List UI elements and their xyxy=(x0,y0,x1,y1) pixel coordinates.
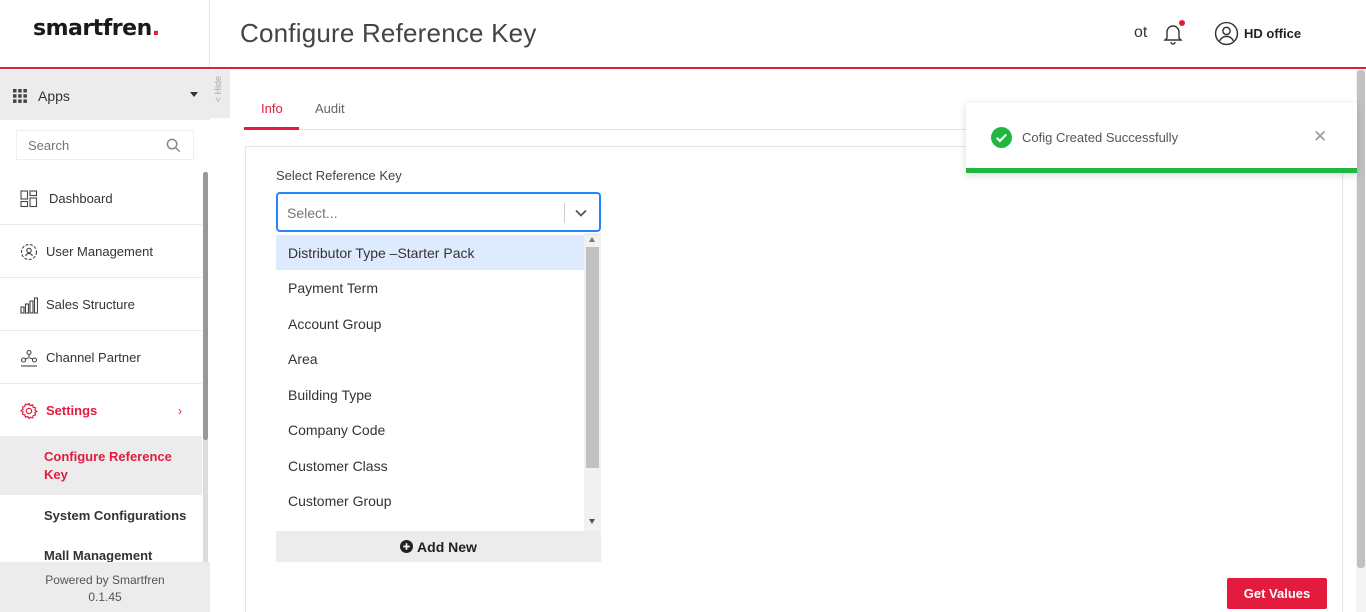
dropdown-option[interactable]: Distributor Type –Starter Pack xyxy=(276,235,584,270)
language-selector[interactable]: ot xyxy=(1134,24,1147,42)
reference-key-input[interactable] xyxy=(287,203,557,223)
page-title: Configure Reference Key xyxy=(240,18,537,48)
logo-area: smartfren. xyxy=(0,0,210,67)
user-menu[interactable]: HD office xyxy=(1214,21,1301,46)
hide-label: < Hide xyxy=(213,76,223,103)
page-scrollbar[interactable] xyxy=(1357,70,1365,568)
sidebar-search xyxy=(16,130,194,160)
scroll-up-arrow-icon[interactable] xyxy=(589,237,595,242)
dropdown-option[interactable]: Payment Term xyxy=(276,270,584,305)
powered-by-footer: Powered by Smartfren 0.1.45 xyxy=(0,562,210,612)
tab-info[interactable]: Info xyxy=(261,101,283,116)
dashboard-icon xyxy=(20,190,38,208)
bar-chart-icon xyxy=(20,297,38,314)
powered-by-text: Powered by Smartfren xyxy=(45,573,165,587)
sidebar-item-label: Sales Structure xyxy=(46,297,135,312)
toast-message: Cofig Created Successfully xyxy=(1022,130,1179,145)
active-tab-indicator xyxy=(244,127,299,130)
select-separator xyxy=(564,203,565,223)
search-icon[interactable] xyxy=(166,138,181,153)
success-toast: Cofig Created Successfully ✕ xyxy=(966,103,1357,173)
sidebar-item-label: User Management xyxy=(46,244,153,259)
sidebar-subitem-label: Mall Management xyxy=(44,548,153,563)
sidebar-subitem-label: System Configurations xyxy=(44,508,187,523)
sidebar-item-label: Channel Partner xyxy=(46,350,141,365)
reference-key-label: Select Reference Key xyxy=(276,168,402,183)
check-circle-icon xyxy=(991,127,1012,148)
dropdown-option[interactable]: Customer Group xyxy=(276,483,584,518)
dropdown-option[interactable]: Customer Class xyxy=(276,448,584,483)
gear-icon xyxy=(20,402,38,420)
reference-key-dropdown: Distributor Type –Starter Pack Payment T… xyxy=(276,233,601,531)
search-input[interactable] xyxy=(28,131,168,159)
sidebar-subitem-label: Configure Reference Key xyxy=(44,449,172,482)
sidebar-item-label: Dashboard xyxy=(49,191,113,206)
dropdown-option[interactable]: Company Code xyxy=(276,412,584,447)
hide-sidebar-toggle[interactable]: < Hide xyxy=(210,70,230,118)
add-new-button[interactable]: Add New xyxy=(276,531,601,562)
tab-audit[interactable]: Audit xyxy=(315,101,345,116)
dropdown-option[interactable]: Area xyxy=(276,341,584,376)
sidebar-item-user-management[interactable]: User Management xyxy=(0,225,202,278)
chevron-down-icon[interactable] xyxy=(574,206,588,220)
sidebar-item-sales-structure[interactable]: Sales Structure xyxy=(0,278,202,331)
user-name: HD office xyxy=(1244,26,1302,41)
sidebar-scrollbar[interactable] xyxy=(203,172,208,440)
sidebar-item-label: Settings xyxy=(46,403,98,418)
sidebar-item-channel-partner[interactable]: Channel Partner xyxy=(0,331,202,384)
dropdown-option[interactable]: Building Type xyxy=(276,377,584,412)
sidebar-item-settings[interactable]: Settings › xyxy=(0,384,202,437)
toast-progress-bar xyxy=(966,168,1357,173)
dropdown-option[interactable]: Account Group xyxy=(276,306,584,341)
notification-dot xyxy=(1179,20,1185,26)
apps-menu[interactable]: Apps xyxy=(0,70,210,120)
caret-down-icon xyxy=(190,92,198,97)
get-values-button[interactable]: Get Values xyxy=(1227,578,1327,609)
user-gear-icon xyxy=(20,243,38,261)
scroll-down-arrow-icon[interactable] xyxy=(589,519,595,524)
user-avatar-icon xyxy=(1214,21,1239,46)
sidebar-item-dashboard[interactable]: Dashboard xyxy=(0,172,202,225)
add-new-label: Add New xyxy=(417,538,477,555)
reference-key-select[interactable] xyxy=(276,192,601,232)
network-icon xyxy=(20,349,38,367)
logo-dot: . xyxy=(151,16,160,41)
logo-text: smartfren xyxy=(33,16,152,41)
apps-grid-icon xyxy=(13,89,27,103)
sidebar-scroll-track[interactable] xyxy=(203,440,208,562)
plus-circle-icon xyxy=(400,540,414,553)
smartfren-logo[interactable]: smartfren. xyxy=(33,16,160,41)
sidebar-subitem-configure-reference-key[interactable]: Configure Reference Key xyxy=(0,437,202,495)
sidebar: Apps Dashboard User Management Sales Str… xyxy=(0,70,210,612)
chevron-right-icon: › xyxy=(178,404,182,418)
apps-label: Apps xyxy=(38,88,70,104)
dropdown-scrollbar[interactable] xyxy=(586,247,599,468)
close-icon[interactable]: ✕ xyxy=(1313,127,1327,147)
sidebar-subitem-system-configurations[interactable]: System Configurations xyxy=(0,495,202,535)
sidebar-nav: Dashboard User Management Sales Structur… xyxy=(0,172,202,575)
version-text: 0.1.45 xyxy=(88,590,122,604)
top-header: smartfren. Configure Reference Key ot HD… xyxy=(0,0,1366,69)
